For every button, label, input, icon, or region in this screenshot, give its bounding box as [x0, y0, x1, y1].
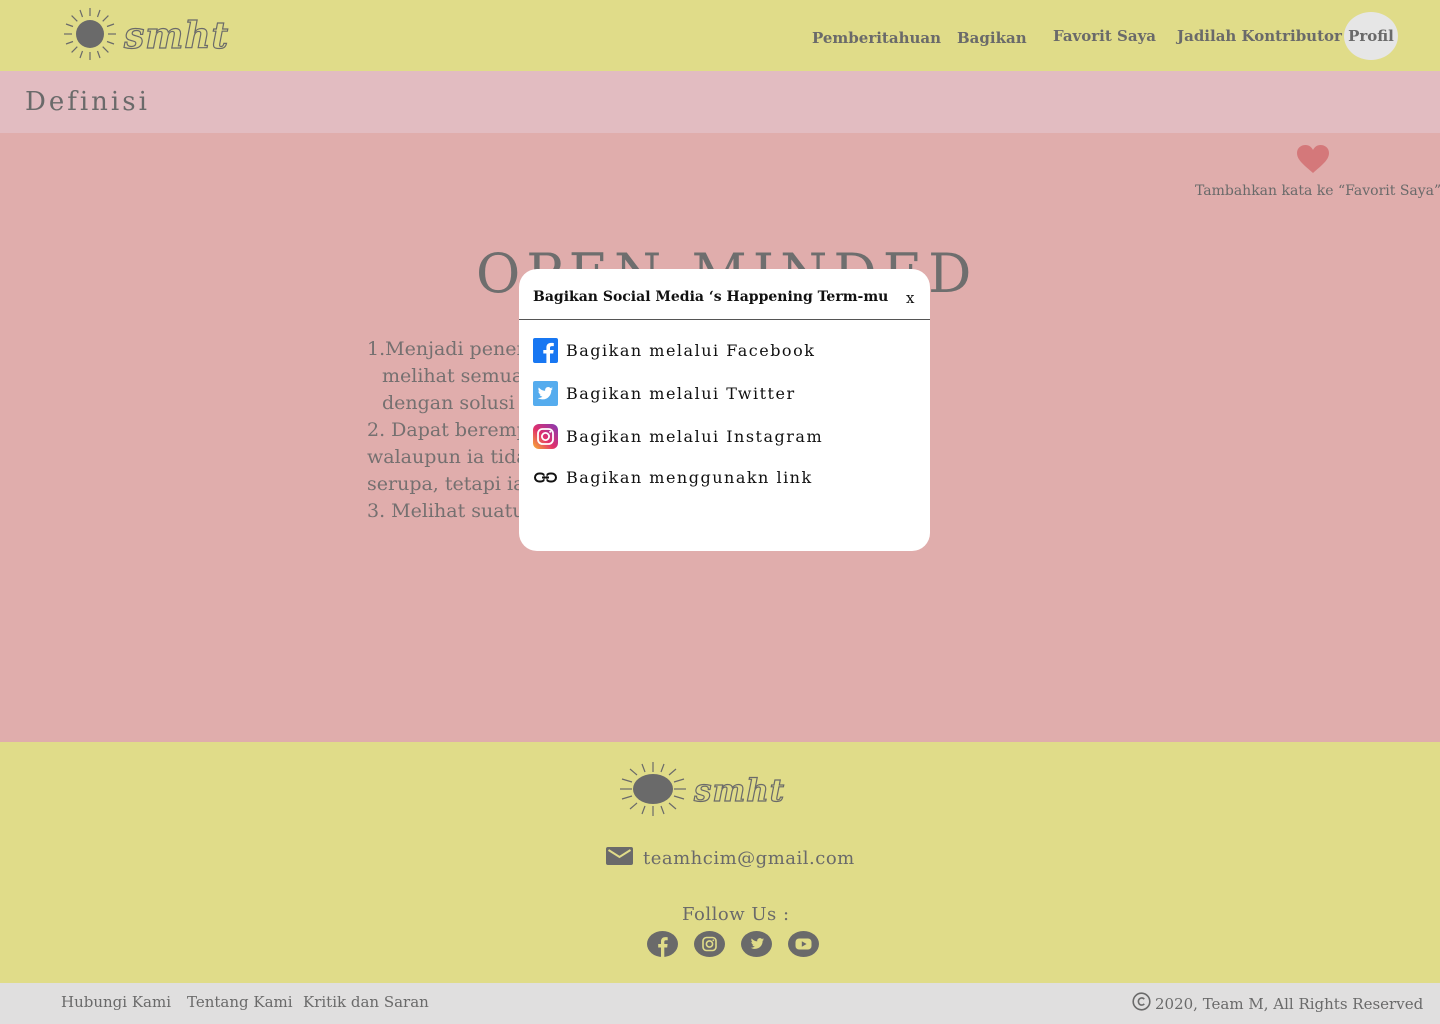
feedback-link[interactable]: Kritik dan Saran	[303, 993, 429, 1011]
definition-bar: Definisi	[0, 71, 1440, 133]
share-option-label: Bagikan menggunakn link	[566, 468, 813, 487]
footer: smht teamhcim@gmail.com Follow Us :	[0, 742, 1440, 983]
share-option-label: Bagikan melalui Instagram	[566, 427, 824, 446]
footer-logo-text: smht	[693, 772, 786, 809]
footer-logo[interactable]: smht	[618, 760, 785, 822]
top-header: smht Pemberitahuan Bagikan Favorit Saya …	[0, 0, 1440, 71]
definition-line: dengan solusi y	[382, 392, 532, 414]
youtube-icon[interactable]	[788, 931, 819, 957]
facebook-icon[interactable]	[647, 931, 678, 957]
page-title: Definisi	[25, 87, 150, 117]
nav-share[interactable]: Bagikan	[957, 29, 1027, 47]
nav-favorites[interactable]: Favorit Saya	[1053, 27, 1156, 45]
instagram-icon[interactable]	[694, 931, 725, 957]
share-option-label: Bagikan melalui Facebook	[566, 341, 816, 360]
share-link-option[interactable]: Bagikan menggunakn link	[533, 465, 813, 490]
twitter-icon[interactable]	[741, 931, 772, 957]
share-modal: Bagikan Social Media ‘s Happening Term-m…	[519, 269, 930, 551]
about-us-link[interactable]: Tentang Kami	[187, 993, 293, 1011]
share-option-label: Bagikan melalui Twitter	[566, 384, 796, 403]
bottom-bar: Hubungi Kami Tentang Kami Kritik dan Sar…	[0, 983, 1440, 1024]
share-twitter-option[interactable]: Bagikan melalui Twitter	[533, 381, 796, 406]
modal-divider	[519, 319, 930, 320]
instagram-icon	[533, 424, 558, 449]
logo[interactable]: smht	[62, 6, 229, 66]
share-facebook-option[interactable]: Bagikan melalui Facebook	[533, 338, 815, 363]
contact-us-link[interactable]: Hubungi Kami	[61, 993, 171, 1011]
add-to-favorites-label[interactable]: Tambahkan kata ke “Favorit Saya”	[1195, 183, 1440, 199]
email-address: teamhcim@gmail.com	[643, 847, 855, 869]
nav-become-contributor[interactable]: Jadilah Kontributor	[1177, 27, 1342, 45]
logo-text: smht	[123, 14, 230, 57]
sun-logo-icon	[618, 760, 688, 822]
share-instagram-option[interactable]: Bagikan melalui Instagram	[533, 424, 823, 449]
copyright: 2020, Team M, All Rights Reserved	[1132, 992, 1423, 1015]
modal-title: Bagikan Social Media ‘s Happening Term-m…	[533, 289, 889, 305]
mail-icon	[606, 846, 633, 870]
close-button[interactable]: x	[906, 289, 914, 307]
profile-button[interactable]: Profil	[1344, 12, 1398, 60]
nav-notifications[interactable]: Pemberitahuan	[812, 29, 941, 47]
twitter-icon	[533, 381, 558, 406]
follow-us-label: Follow Us :	[682, 904, 790, 925]
copyright-text: 2020, Team M, All Rights Reserved	[1155, 994, 1424, 1013]
sun-logo-icon	[62, 6, 118, 66]
footer-email[interactable]: teamhcim@gmail.com	[606, 846, 855, 870]
link-icon	[533, 465, 558, 490]
heart-icon[interactable]	[1296, 144, 1330, 178]
copyright-icon	[1132, 992, 1151, 1015]
facebook-icon	[533, 338, 558, 363]
